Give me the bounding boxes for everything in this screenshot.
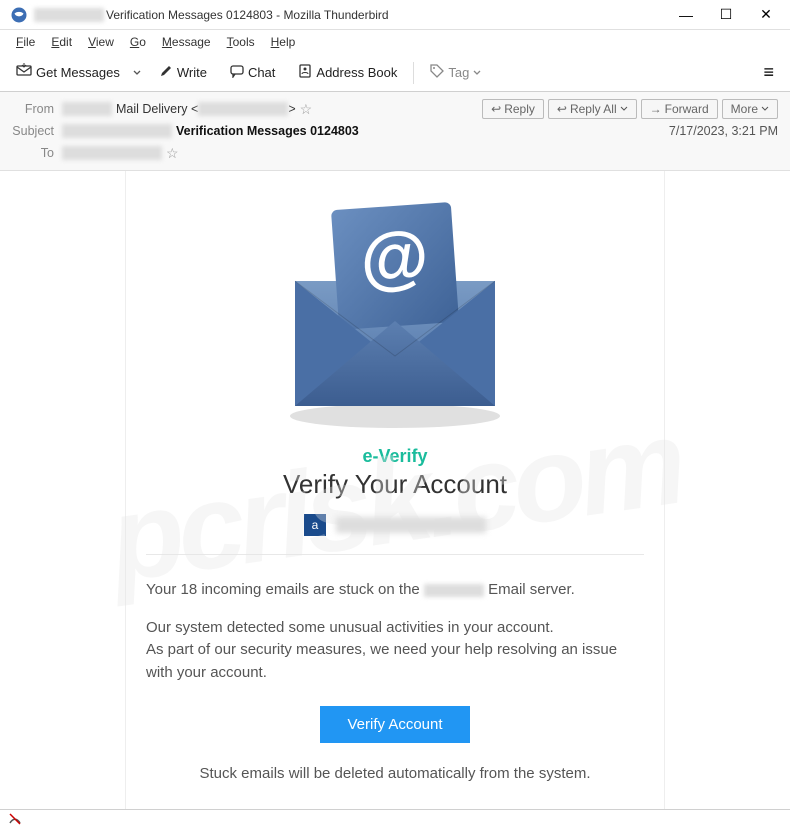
title-redacted	[34, 8, 104, 22]
subject-redacted	[62, 124, 172, 138]
verify-heading: Verify Your Account	[146, 469, 644, 500]
body-line-2: Our system detected some unusual activit…	[146, 617, 644, 640]
app-menu-button[interactable]: ≡	[755, 58, 782, 87]
window-title: Verification Messages 0124803 - Mozilla …	[106, 8, 389, 22]
tag-icon	[430, 64, 444, 81]
toolbar: Get Messages Write Chat Address Book Tag…	[0, 54, 790, 92]
subject-value: Verification Messages 0124803	[176, 124, 359, 138]
statusbar	[0, 809, 790, 831]
star-icon[interactable]: ☆	[166, 145, 179, 162]
menu-help[interactable]: Help	[263, 33, 304, 51]
from-redacted-2	[198, 102, 288, 116]
body-footer: Stuck emails will be deleted automatical…	[146, 765, 644, 782]
menu-message[interactable]: Message	[154, 33, 219, 51]
window-titlebar: Verification Messages 0124803 - Mozilla …	[0, 0, 790, 30]
account-badge: a	[304, 514, 326, 536]
body-line-1: Your 18 incoming emails are stuck on the…	[146, 579, 644, 602]
chat-icon	[230, 64, 244, 81]
chevron-down-icon	[473, 69, 481, 77]
reply-all-button[interactable]: ↩Reply All	[548, 99, 637, 119]
to-label: To	[12, 146, 62, 160]
reply-all-icon: ↩	[557, 102, 567, 116]
close-button[interactable]: ✕	[746, 1, 786, 29]
menu-view[interactable]: View	[80, 33, 122, 51]
address-book-label: Address Book	[316, 65, 397, 80]
download-icon	[16, 63, 32, 82]
body-line-1b: Email server.	[484, 581, 575, 598]
menu-file[interactable]: File	[8, 33, 43, 51]
reply-label: Reply	[504, 102, 535, 116]
from-label: From	[12, 102, 62, 116]
chat-button[interactable]: Chat	[222, 60, 283, 85]
write-button[interactable]: Write	[151, 60, 215, 85]
get-messages-dropdown[interactable]	[130, 65, 144, 81]
chat-label: Chat	[248, 65, 275, 80]
reply-all-label: Reply All	[570, 102, 617, 116]
svg-text:@: @	[358, 216, 432, 299]
subject-label: Subject	[12, 124, 62, 138]
menubar: File Edit View Go Message Tools Help	[0, 30, 790, 54]
offline-icon[interactable]	[8, 812, 22, 829]
envelope-image: @	[255, 191, 535, 431]
chevron-down-icon	[620, 105, 628, 113]
thunderbird-icon	[10, 6, 28, 24]
forward-icon: →	[650, 102, 662, 116]
divider	[146, 554, 644, 555]
verify-account-button[interactable]: Verify Account	[320, 706, 470, 743]
forward-button[interactable]: →Forward	[641, 99, 718, 119]
reply-icon: ↩	[491, 102, 501, 116]
menu-tools[interactable]: Tools	[219, 33, 263, 51]
more-label: More	[731, 102, 758, 116]
star-icon[interactable]: ☆	[300, 101, 313, 118]
minimize-button[interactable]: —	[666, 1, 706, 29]
from-redacted-1	[62, 102, 112, 116]
get-messages-label: Get Messages	[36, 65, 120, 80]
tag-button[interactable]: Tag	[422, 60, 489, 85]
pencil-icon	[159, 64, 173, 81]
get-messages-button[interactable]: Get Messages	[8, 59, 128, 86]
menu-edit[interactable]: Edit	[43, 33, 80, 51]
from-closer: >	[288, 102, 295, 116]
address-book-button[interactable]: Address Book	[290, 60, 405, 85]
message-date: 7/17/2023, 3:21 PM	[669, 124, 778, 138]
server-redacted	[424, 584, 484, 597]
address-book-icon	[298, 64, 312, 81]
email-content: @ e-Verify Verify Your Account a Your 18…	[125, 171, 665, 822]
account-row: a	[146, 514, 644, 536]
reply-button[interactable]: ↩Reply	[482, 99, 544, 119]
to-redacted	[62, 146, 162, 160]
from-name: Mail Delivery <	[116, 102, 198, 116]
forward-label: Forward	[665, 102, 709, 116]
everify-label: e-Verify	[146, 446, 644, 467]
message-header: From Mail Delivery < > ☆ ↩Reply ↩Reply A…	[0, 92, 790, 171]
body-line-1a: Your 18 incoming emails are stuck on the	[146, 581, 424, 598]
chevron-down-icon	[761, 105, 769, 113]
tag-label: Tag	[448, 65, 469, 80]
menu-go[interactable]: Go	[122, 33, 154, 51]
message-body-area: pcrisk.com @	[0, 171, 790, 831]
account-redacted	[336, 517, 486, 533]
message-scroll[interactable]: @ e-Verify Verify Your Account a Your 18…	[0, 171, 790, 831]
body-line-3: As part of our security measures, we nee…	[146, 639, 644, 684]
write-label: Write	[177, 65, 207, 80]
more-button[interactable]: More	[722, 99, 778, 119]
maximize-button[interactable]: ☐	[706, 1, 746, 29]
